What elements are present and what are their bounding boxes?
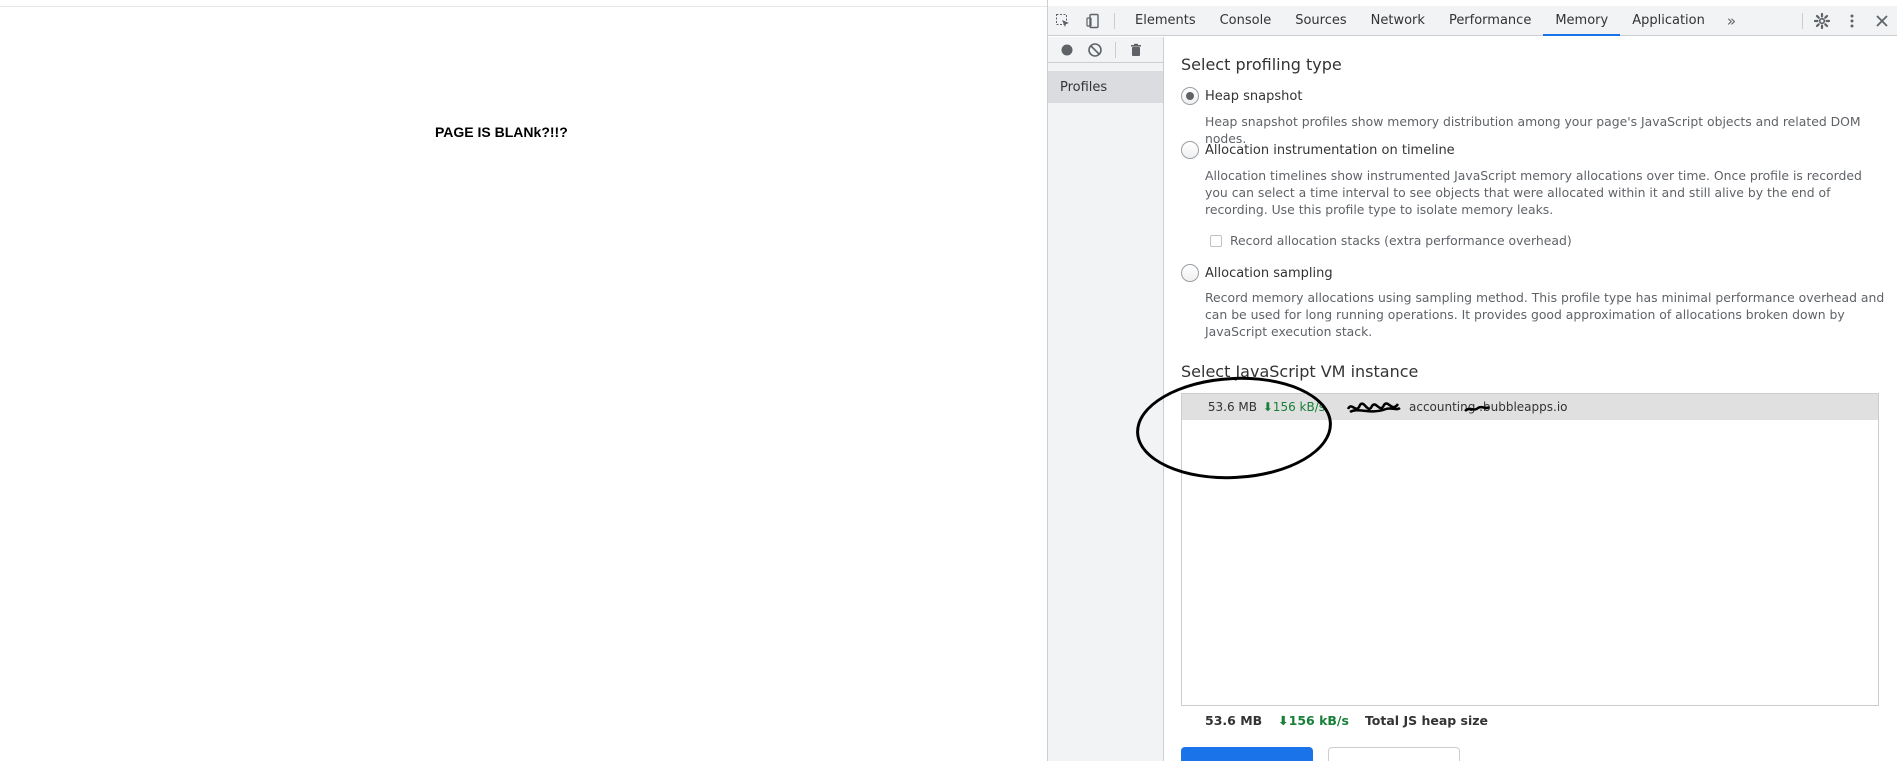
option-allocation-sampling[interactable]: Allocation sampling (1181, 264, 1333, 282)
profiling-type-heading: Select profiling type (1181, 55, 1342, 74)
option-heap-snapshot[interactable]: Heap snapshot (1181, 87, 1302, 105)
summary-heap-size: 53.6 MB (1205, 713, 1263, 728)
tab-elements[interactable]: Elements (1123, 6, 1208, 35)
profiles-sidebar: Profiles (1048, 37, 1164, 761)
option-label: Heap snapshot (1205, 88, 1303, 104)
close-icon[interactable] (1867, 6, 1897, 36)
browser-top-edge (0, 0, 1047, 7)
tab-console[interactable]: Console (1208, 6, 1284, 35)
tab-performance[interactable]: Performance (1437, 6, 1543, 35)
summary-label: Total JS heap size (1364, 713, 1489, 728)
secondary-action-button[interactable] (1328, 747, 1460, 761)
heap-summary: 53.6 MB ⬇156 kB/s Total JS heap size (1205, 713, 1488, 728)
option-label: Allocation instrumentation on timeline (1205, 142, 1455, 158)
checkbox-label: Record allocation stacks (extra performa… (1230, 233, 1572, 248)
record-allocation-stacks-row[interactable]: Record allocation stacks (extra performa… (1210, 233, 1572, 248)
option-description: Allocation timelines show instrumented J… (1205, 168, 1862, 217)
option-label: Allocation sampling (1205, 265, 1333, 281)
device-toolbar-icon[interactable] (1078, 6, 1108, 36)
profiles-toolbar (1048, 37, 1163, 63)
redaction-scribble (1346, 402, 1401, 414)
option-description: Record memory allocations using sampling… (1205, 290, 1885, 339)
redaction-scribble (1464, 405, 1490, 412)
page-message: PAGE IS BLANk?!!? (435, 124, 568, 140)
devtools-panel: Elements Console Sources Network Perform… (1047, 0, 1897, 761)
record-icon[interactable] (1056, 39, 1078, 61)
radio-allocation-timeline[interactable] (1181, 141, 1199, 159)
settings-gear-icon[interactable] (1807, 6, 1837, 36)
toolbar-separator (1114, 13, 1115, 29)
tab-network[interactable]: Network (1359, 6, 1437, 35)
sidebar-item-profiles[interactable]: Profiles (1048, 71, 1163, 103)
kebab-menu-icon[interactable] (1837, 6, 1867, 36)
tab-sources[interactable]: Sources (1283, 6, 1358, 35)
summary-heap-rate: ⬇156 kB/s (1278, 713, 1349, 728)
web-page: PAGE IS BLANk?!!? (0, 8, 1047, 761)
take-snapshot-button[interactable] (1181, 747, 1313, 761)
record-allocation-stacks-checkbox[interactable] (1210, 234, 1222, 247)
clear-icon[interactable] (1084, 39, 1106, 61)
option-allocation-timeline[interactable]: Allocation instrumentation on timeline (1181, 141, 1455, 159)
inspect-element-icon[interactable] (1048, 6, 1078, 36)
devtools-toolbar: Elements Console Sources Network Perform… (1048, 6, 1897, 36)
radio-allocation-sampling[interactable] (1181, 264, 1199, 282)
tab-memory[interactable]: Memory (1543, 6, 1621, 36)
more-tabs-button[interactable]: » (1717, 6, 1746, 35)
tab-application[interactable]: Application (1620, 6, 1717, 35)
radio-heap-snapshot[interactable] (1181, 87, 1199, 105)
trash-icon[interactable] (1125, 39, 1147, 61)
